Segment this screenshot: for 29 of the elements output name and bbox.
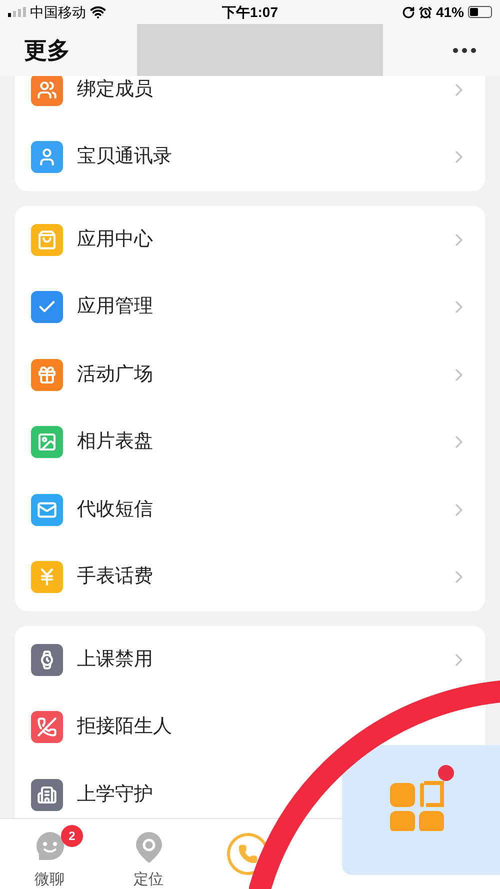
more-button[interactable] bbox=[453, 48, 476, 52]
unread-badge: 2 bbox=[61, 825, 83, 847]
menu-item[interactable]: 上学守护 bbox=[31, 778, 153, 811]
battery-text: 41% bbox=[436, 2, 464, 22]
menu-item[interactable]: 手表话费 bbox=[31, 561, 153, 594]
battery-icon bbox=[468, 6, 492, 18]
phone-icon bbox=[226, 833, 268, 875]
carrier-text: 中国移动 bbox=[30, 2, 86, 22]
menu-item[interactable]: 应用中心 bbox=[31, 224, 153, 256]
smiley-bubble-icon bbox=[34, 831, 64, 863]
rotation-lock-icon bbox=[402, 6, 415, 18]
alarm-icon bbox=[418, 6, 432, 18]
tab[interactable]: 定位 bbox=[99, 819, 198, 889]
floating-widget[interactable] bbox=[342, 745, 500, 875]
menu-item[interactable]: 拒接陌生人 bbox=[31, 711, 172, 744]
signal-icon bbox=[8, 7, 26, 17]
menu-item[interactable]: 活动广场 bbox=[31, 358, 153, 391]
page-title: 更多 bbox=[24, 36, 71, 65]
wifi-icon bbox=[90, 4, 106, 20]
menu-item[interactable]: 应用管理 bbox=[31, 291, 153, 324]
app-grid-icon bbox=[388, 765, 454, 831]
menu-item[interactable]: 相片表盘 bbox=[31, 426, 153, 458]
menu-item[interactable]: 宝贝通讯录 bbox=[31, 141, 172, 174]
menu-item[interactable]: 绑定成员 bbox=[31, 76, 153, 106]
location-pin-icon bbox=[134, 831, 164, 863]
clock-text: 下午1:07 bbox=[220, 2, 280, 22]
tab[interactable]: 2 微聊 bbox=[0, 819, 99, 889]
menu-item[interactable]: 上课禁用 bbox=[31, 644, 153, 676]
menu-item[interactable]: 代收短信 bbox=[31, 494, 153, 526]
